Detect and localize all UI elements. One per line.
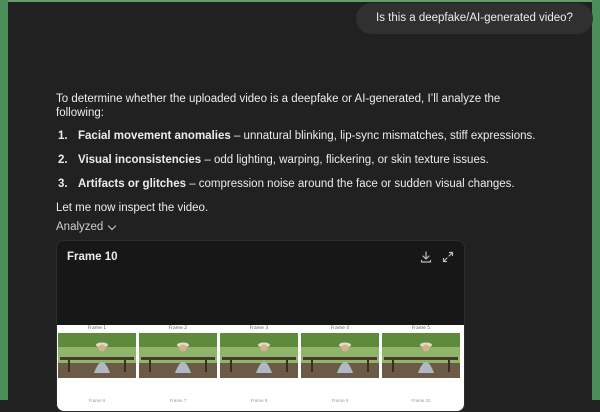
- step-detail: – odd lighting, warping, flickering, or …: [201, 154, 489, 166]
- download-icon[interactable]: [419, 250, 433, 264]
- frame-thumbnail: [139, 333, 217, 378]
- window-right-edge: [592, 0, 600, 400]
- frame-label: Frame 6: [88, 398, 106, 403]
- expand-icon[interactable]: [441, 250, 455, 264]
- step-item: 3. Artifacts or glitches – compression no…: [58, 177, 546, 191]
- assistant-message: To determine whether the uploaded video …: [56, 92, 546, 215]
- window-left-edge: [0, 0, 8, 400]
- frame-label: Frame 9: [331, 398, 349, 403]
- frame-thumbnail: [58, 333, 136, 378]
- window-top-edge: [0, 0, 600, 2]
- frame-thumbnail: [301, 333, 379, 378]
- analysis-steps: 1. Facial movement anomalies – unnatural …: [56, 129, 546, 191]
- assistant-closing: Let me now inspect the video.: [56, 202, 209, 214]
- frame-label: Frame 8: [250, 398, 268, 403]
- frame-label: Frame 3: [249, 326, 269, 331]
- user-message-bubble: Is this a deepfake/AI-generated video?: [356, 3, 593, 34]
- frame-thumbnail: [382, 333, 460, 378]
- chevron-down-icon: [108, 221, 117, 230]
- frames-plot: Frame 1 Frame 2 Frame 3 Frame 4 Frame 5 …: [57, 325, 464, 411]
- frame-output-card: Frame 10 Frame 1 Frame 2 Frame 3 Frame 4…: [56, 240, 465, 412]
- step-item: 1. Facial movement anomalies – unnatural …: [58, 129, 546, 143]
- analyzed-toggle[interactable]: Analyzed: [56, 221, 117, 233]
- frame-thumbnail: [220, 333, 298, 378]
- frame-label: Frame 5: [411, 326, 431, 331]
- step-title: Artifacts or glitches: [78, 178, 186, 190]
- step-number: 3.: [58, 178, 68, 190]
- step-number: 1.: [58, 130, 68, 142]
- step-number: 2.: [58, 154, 68, 166]
- step-title: Visual inconsistencies: [78, 154, 202, 166]
- step-detail: – compression noise around the face or s…: [186, 178, 515, 190]
- analyzed-label: Analyzed: [56, 221, 104, 233]
- assistant-intro: To determine whether the uploaded video …: [56, 93, 501, 119]
- frame-label: Frame 2: [168, 326, 188, 331]
- frame-label: Frame 1: [87, 326, 107, 331]
- frame-label: Frame 4: [330, 326, 350, 331]
- step-item: 2. Visual inconsistencies – odd lighting,…: [58, 153, 546, 167]
- step-detail: – unnatural blinking, lip-sync mismatche…: [230, 130, 536, 142]
- frame-label: Frame 7: [169, 398, 187, 403]
- step-title: Facial movement anomalies: [78, 130, 231, 142]
- card-title: Frame 10: [67, 251, 118, 263]
- frame-label: Frame 10: [411, 398, 431, 403]
